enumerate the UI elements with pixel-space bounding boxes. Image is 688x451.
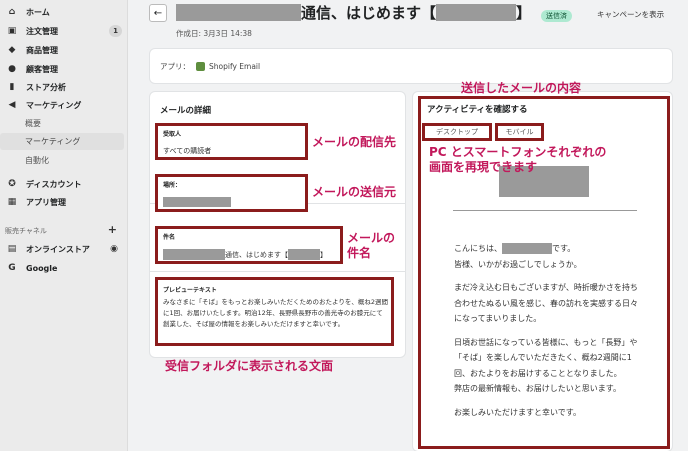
greeting-text: こんにちは、 <box>454 244 502 253</box>
details-title: メールの詳細 <box>160 106 212 116</box>
tag-icon: ◆ <box>8 45 16 55</box>
sidebar-item-label: ストア分析 <box>26 82 66 92</box>
home-icon: ⌂ <box>8 7 16 17</box>
sidebar-item-label: マーケティング <box>26 100 82 110</box>
title-text: 通信、はじめます【 <box>301 4 437 22</box>
location-label: 場所： <box>163 182 182 189</box>
shopify-icon <box>196 62 205 71</box>
location-field: 場所： <box>155 174 308 212</box>
discount-icon: ✪ <box>8 179 16 189</box>
eye-icon[interactable]: ◉ <box>110 244 118 254</box>
sidebar-item-marketing[interactable]: ◀ マーケティング <box>0 96 128 114</box>
sidebar-item-label: ディスカウント <box>26 179 82 189</box>
recipient-value: すべての購読者 <box>163 147 212 155</box>
tab-desktop[interactable]: デスクトップ <box>422 123 492 141</box>
sidebar-item-analytics[interactable]: ▮ ストア分析 <box>0 78 128 96</box>
annotation-subject: メールの 件名 <box>347 231 395 261</box>
sidebar-item-label: Google <box>26 263 58 273</box>
sidebar-sub-overview[interactable]: 概要 <box>25 118 41 129</box>
activity-title: アクティビティを確認する <box>427 105 528 115</box>
annotation-email-content: 送信したメールの内容 <box>461 81 582 95</box>
back-button[interactable]: ← <box>149 4 167 22</box>
sidebar-item-label: オンラインストア <box>26 244 90 254</box>
subject-text: 通信、はじめます【 <box>225 250 288 259</box>
email-paragraph: お楽しみいただけますと幸いです。 <box>454 407 581 417</box>
sidebar-item-google[interactable]: G Google <box>0 259 128 277</box>
annotation-sender: メールの送信元 <box>312 185 397 199</box>
email-line: 皆様、いかがお過ごしでしょうか。 <box>454 259 582 269</box>
annotation-line: 画面を再現できます <box>429 160 538 174</box>
sidebar-item-label: 顧客管理 <box>26 64 58 74</box>
sidebar-item-online-store[interactable]: ▤ オンラインストア ◉ <box>0 240 128 258</box>
sidebar-item-label: アプリ管理 <box>26 197 66 207</box>
google-icon: G <box>8 263 16 273</box>
annotation-inbox-text: 受信フォルダに表示される文面 <box>165 359 334 373</box>
email-paragraph: 日頃お世話になっている皆様に、もっと「長野」や「そば」を楽しんでいただきたく、概… <box>454 337 638 378</box>
redacted-block <box>288 249 320 260</box>
app-label: アプリ： Shopify Email <box>160 61 260 72</box>
greeting-end: です。 <box>552 244 576 253</box>
sidebar-item-label: 注文管理 <box>26 26 58 36</box>
apps-icon: ▦ <box>7 197 17 207</box>
app-name: Shopify Email <box>209 62 261 71</box>
arrow-left-icon: ← <box>153 7 163 19</box>
tab-mobile[interactable]: モバイル <box>495 123 544 141</box>
sales-channel-heading: 販売チャネル <box>5 227 47 235</box>
subject-field: 件名 通信、はじめます【 】 <box>155 226 343 264</box>
annotation-pc-mobile: PC とスマートフォンそれぞれの 画面を再現できます <box>429 145 606 175</box>
redacted-block <box>163 197 231 207</box>
megaphone-icon: ◀ <box>8 100 16 110</box>
sidebar-item-orders[interactable]: ▣ 注文管理 1 <box>0 22 128 40</box>
subject-value: 通信、はじめます【 】 <box>163 249 327 260</box>
preview-label: プレビューテキスト <box>163 287 217 294</box>
preview-text-field: プレビューテキスト みなさまに「そば」をもっとお楽しみいただくためのおたよりを、… <box>155 277 394 346</box>
annotation-line: 件名 <box>347 246 372 260</box>
created-date: 作成日: 3月3日 14:38 <box>176 29 252 38</box>
divider <box>150 271 405 272</box>
sidebar-item-label: ホーム <box>26 7 50 17</box>
recipient-label: 受取人 <box>163 131 182 138</box>
title-bracket: 】 <box>516 4 532 22</box>
email-body: こんにちは、 です。 皆様、いかがお過ごしでしょうか。 まだ冷え込む日もございま… <box>454 241 644 428</box>
sidebar-sub-marketing[interactable]: マーケティング <box>0 133 124 150</box>
plus-icon[interactable]: + <box>108 223 117 236</box>
person-icon: ● <box>8 64 16 74</box>
view-campaign-button[interactable]: キャンペーンを表示 <box>597 9 664 20</box>
status-badge: 送信済 <box>541 10 572 22</box>
redacted-block <box>176 4 301 21</box>
email-paragraph: まだ冷え込む日もございますが、時折暖かさを持ち合わせたぬるい風を感じ、春の訪れを… <box>454 283 638 323</box>
greeting-line: こんにちは、 です。 <box>454 241 644 257</box>
sidebar: ⌂ ホーム ▣ 注文管理 1 ◆ 商品管理 ● 顧客管理 ▮ ストア分析 ◀ マ… <box>0 0 128 451</box>
sidebar-item-label: 商品管理 <box>26 45 58 55</box>
email-paragraph: 弊店の最新情報も、お届けしたいと思います。 <box>454 384 621 393</box>
subject-bracket: 】 <box>320 250 327 259</box>
chart-icon: ▮ <box>9 82 15 92</box>
orders-icon: ▣ <box>7 26 17 36</box>
sidebar-item-home[interactable]: ⌂ ホーム <box>0 3 128 21</box>
annotation-line: メールの <box>347 231 396 245</box>
orders-count-badge: 1 <box>109 25 122 37</box>
app-card: アプリ： Shopify Email <box>150 49 672 83</box>
preview-value: みなさまに「そば」をもっとお楽しみいただくためのおたよりを、概ね2週間に1回、お… <box>163 298 389 328</box>
sidebar-sub-automation[interactable]: 自動化 <box>25 155 49 166</box>
recipient-field: 受取人 すべての購読者 <box>155 123 308 160</box>
sidebar-item-apps[interactable]: ▦ アプリ管理 <box>0 193 128 211</box>
store-icon: ▤ <box>7 244 17 254</box>
sidebar-item-customers[interactable]: ● 顧客管理 <box>0 60 128 78</box>
app-label-text: アプリ： <box>160 62 190 71</box>
divider <box>453 210 637 211</box>
annotation-recipient: メールの配信先 <box>312 135 397 149</box>
subject-label: 件名 <box>163 234 176 241</box>
sidebar-item-products[interactable]: ◆ 商品管理 <box>0 41 128 59</box>
annotation-line: PC とスマートフォンそれぞれの <box>429 145 607 159</box>
page-title: 通信、はじめます【 】 <box>176 2 531 23</box>
sidebar-item-discounts[interactable]: ✪ ディスカウント <box>0 175 128 193</box>
redacted-block <box>502 243 552 255</box>
redacted-block <box>436 4 517 21</box>
redacted-block <box>163 249 225 260</box>
